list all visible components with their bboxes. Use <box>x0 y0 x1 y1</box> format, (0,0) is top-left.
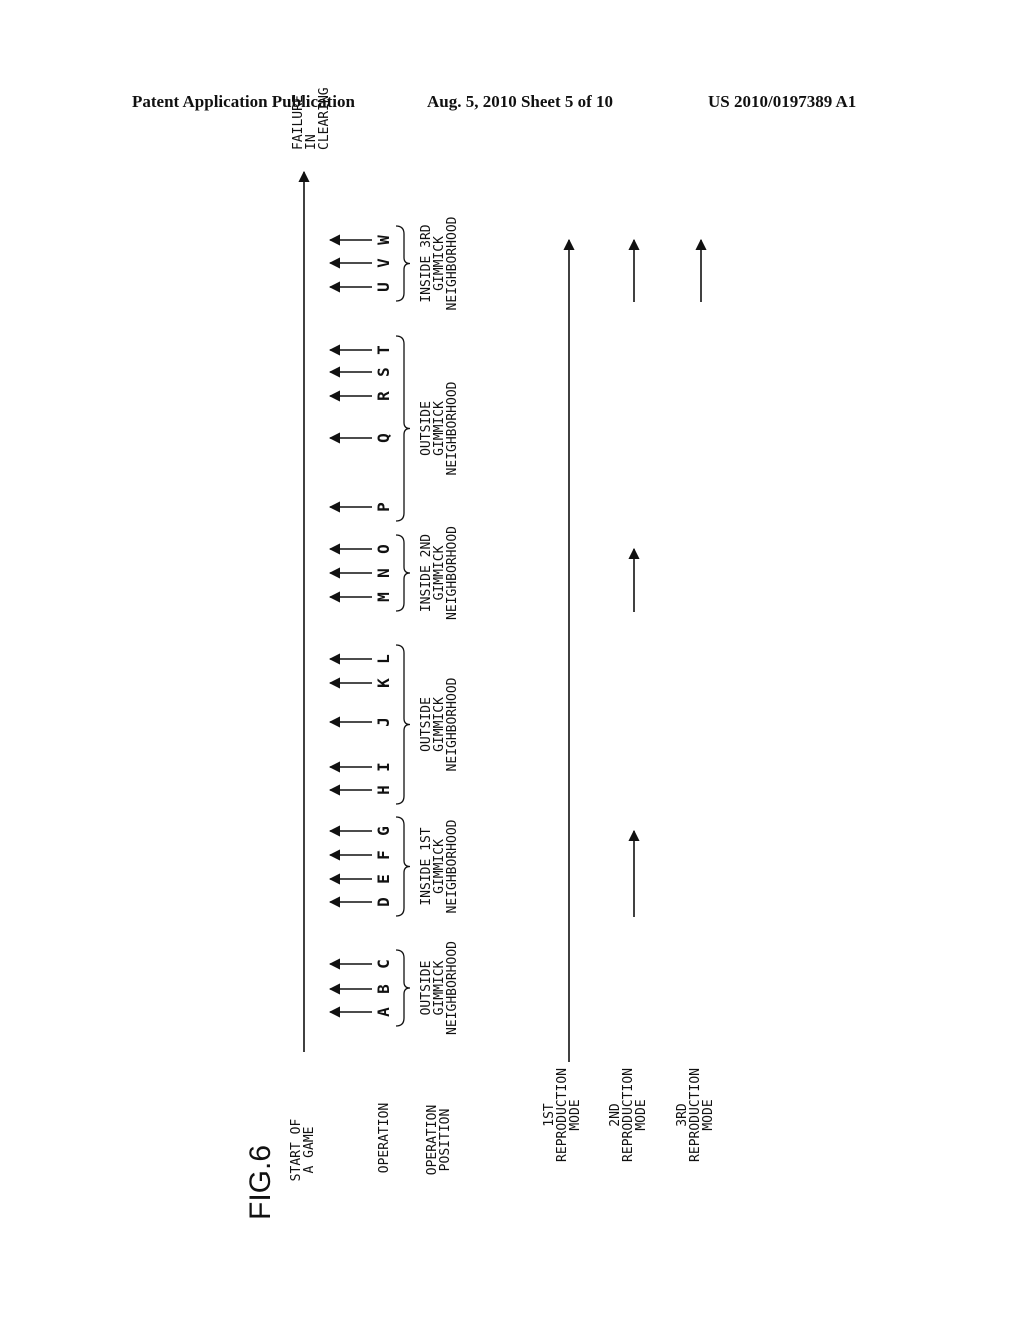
operation-letter-e-line: E <box>374 874 393 884</box>
operation-letter-d-line: D <box>374 897 393 907</box>
operation-letter-c-line: C <box>374 959 393 969</box>
operation-letter-t: T <box>374 345 393 355</box>
label-operation-position-line: POSITION <box>438 1109 453 1172</box>
operation-letter-m-line: M <box>374 592 393 602</box>
operation-letter-r-line: R <box>374 391 393 401</box>
operation-letter-n-line: N <box>374 568 393 578</box>
operation-letter-d: D <box>374 897 393 907</box>
operation-letter-r: R <box>374 391 393 401</box>
operation-letter-v-line: V <box>374 258 393 268</box>
operation-letter-i: I <box>374 762 393 772</box>
operation-letter-l-line: L <box>374 654 393 664</box>
label-operation-position: OPERATIONPOSITION <box>425 1105 453 1175</box>
label-2nd-reproduction-mode-line: MODE <box>634 1099 649 1130</box>
operation-letter-u: U <box>374 282 393 292</box>
figure-title-line: FIG.6 <box>244 1145 277 1220</box>
group-label-4-line: NEIGHBORHOOD <box>445 526 460 620</box>
operation-letter-a-line: A <box>374 1007 393 1017</box>
group-label-1-line: NEIGHBORHOOD <box>445 941 460 1035</box>
operation-letter-c: C <box>374 959 393 969</box>
figure-title: FIG.6 <box>244 1145 277 1220</box>
label-2nd-reproduction-mode: 2NDREPRODUCTIONMODE <box>608 1068 649 1162</box>
operation-letter-g-line: G <box>374 826 393 836</box>
operation-letter-a: A <box>374 1007 393 1017</box>
label-3rd-reproduction-mode-line: MODE <box>701 1099 716 1130</box>
operation-letter-e: E <box>374 874 393 884</box>
operation-letter-s-line: S <box>374 367 393 377</box>
group-label-5-line: NEIGHBORHOOD <box>445 381 460 475</box>
operation-letter-q-line: Q <box>374 433 393 443</box>
group-label-2: INSIDE 1STGIMMICKNEIGHBORHOOD <box>419 819 460 913</box>
group-label-5: OUTSIDEGIMMICKNEIGHBORHOOD <box>419 381 460 475</box>
operation-letter-o: O <box>374 544 393 554</box>
group-label-6: INSIDE 3RDGIMMICKNEIGHBORHOOD <box>419 216 460 310</box>
label-operation-line: OPERATION <box>377 1103 392 1173</box>
group-brace-5 <box>395 335 411 522</box>
operation-letter-b: B <box>374 984 393 994</box>
operation-letter-g: G <box>374 826 393 836</box>
operation-letter-t-line: T <box>374 345 393 355</box>
group-brace-1 <box>395 949 411 1027</box>
operation-letter-j-line: J <box>374 717 393 727</box>
operation-letter-h-line: H <box>374 785 393 795</box>
group-label-2-line: NEIGHBORHOOD <box>445 819 460 913</box>
operation-letter-p-line: P <box>374 502 393 512</box>
operation-letter-v: V <box>374 258 393 268</box>
operation-letter-m: M <box>374 592 393 602</box>
operation-letter-k-line: K <box>374 678 393 688</box>
operation-letter-b-line: B <box>374 984 393 994</box>
group-brace-6 <box>395 225 411 302</box>
label-operation: OPERATION <box>377 1103 392 1173</box>
operation-letter-f-line: F <box>374 850 393 860</box>
operation-letter-n: N <box>374 568 393 578</box>
operation-letter-w-line: W <box>374 235 393 245</box>
operation-letter-i-line: I <box>374 762 393 772</box>
label-3rd-reproduction-mode: 3RDREPRODUCTIONMODE <box>675 1068 716 1162</box>
label-failure-in-clearing: FAILUREINCLEARING <box>291 87 332 150</box>
group-label-4: INSIDE 2NDGIMMICKNEIGHBORHOOD <box>419 526 460 620</box>
group-brace-2 <box>395 816 411 917</box>
operation-letter-s: S <box>374 367 393 377</box>
label-failure-in-clearing-line: CLEARING <box>317 87 332 150</box>
operation-letter-u-line: U <box>374 282 393 292</box>
figure-diagram: FIG.6 START OFA GAMEFAILUREINCLEARINGOPER… <box>244 87 716 1220</box>
operation-letter-h: H <box>374 785 393 795</box>
operation-letter-w: W <box>374 235 393 245</box>
operation-letter-f: F <box>374 850 393 860</box>
operation-letter-o-line: O <box>374 544 393 554</box>
label-start-of-game-line: A GAME <box>302 1127 317 1174</box>
group-label-3: OUTSIDEGIMMICKNEIGHBORHOOD <box>419 677 460 771</box>
label-1st-reproduction-mode: 1STREPRODUCTIONMODE <box>542 1068 583 1162</box>
group-label-3-line: NEIGHBORHOOD <box>445 677 460 771</box>
operation-letter-l: L <box>374 654 393 664</box>
group-label-1: OUTSIDEGIMMICKNEIGHBORHOOD <box>419 941 460 1035</box>
label-start-of-game: START OFA GAME <box>289 1119 317 1182</box>
operation-letter-q: Q <box>374 433 393 443</box>
group-brace-4 <box>395 534 411 612</box>
label-1st-reproduction-mode-line: MODE <box>568 1099 583 1130</box>
operation-letter-j: J <box>374 717 393 727</box>
operation-letter-p: P <box>374 502 393 512</box>
operation-letter-k: K <box>374 678 393 688</box>
group-brace-3 <box>395 644 411 805</box>
group-label-6-line: NEIGHBORHOOD <box>445 216 460 310</box>
